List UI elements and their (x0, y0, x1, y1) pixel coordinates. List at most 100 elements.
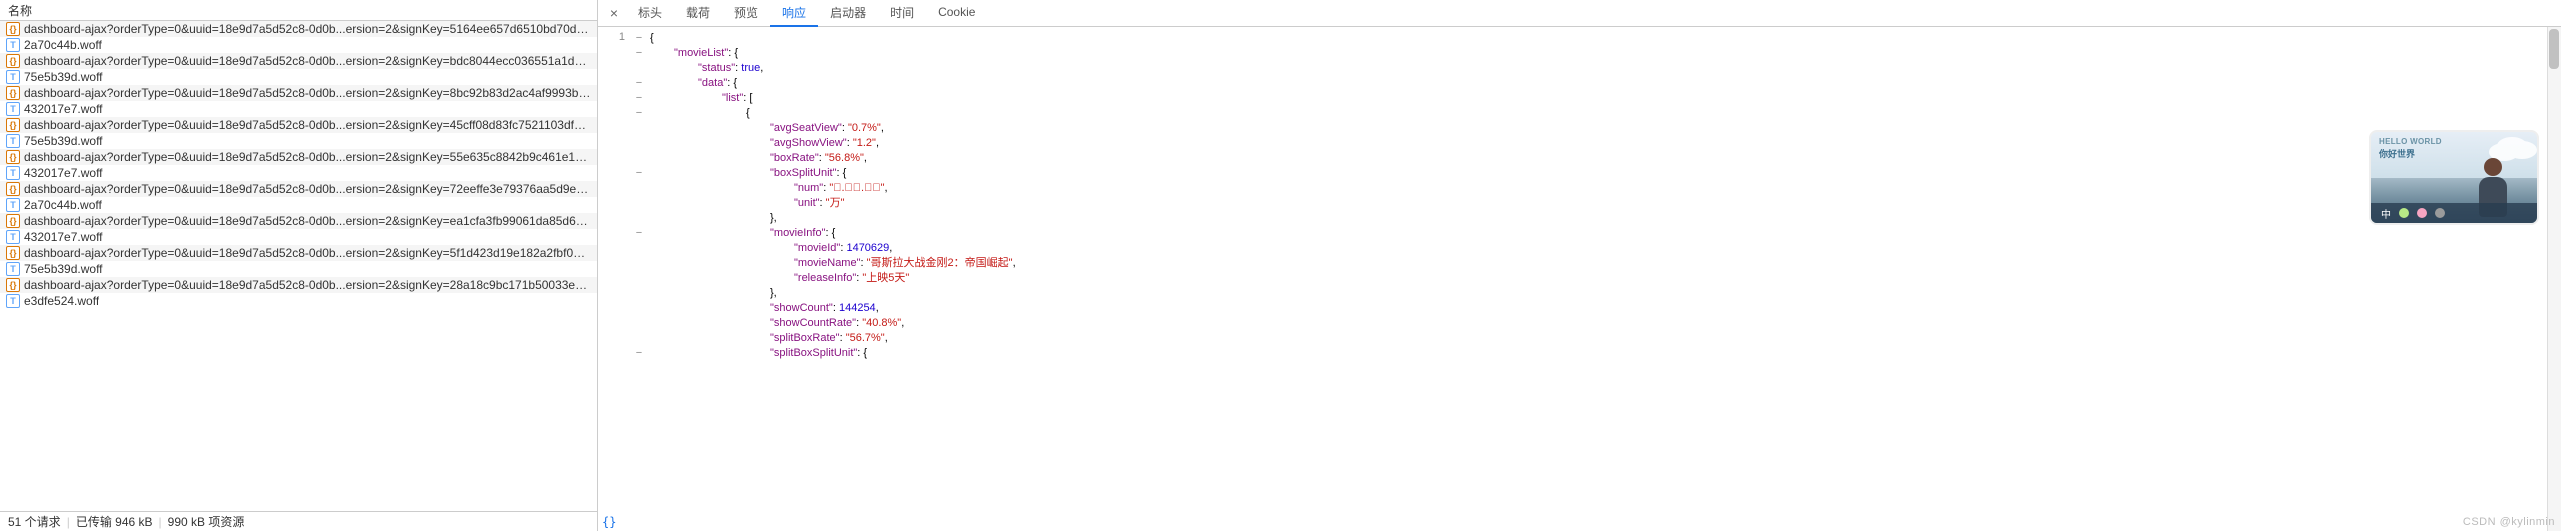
request-name: 2a70c44b.woff (24, 198, 102, 212)
font-icon: T (6, 166, 20, 180)
status-bar: 51 个请求 | 已传输 946 kB | 990 kB 项资源 (0, 511, 597, 531)
request-row[interactable]: Te3dfe524.woff (0, 293, 597, 309)
request-row[interactable]: T 2a70c44b.woff (0, 197, 597, 213)
request-row[interactable]: T2a70c44b.woff (0, 37, 597, 53)
tab-预览[interactable]: 预览 (722, 0, 770, 27)
fold-toggle-icon[interactable] (632, 331, 646, 346)
xhr-icon: {} (6, 214, 20, 228)
dot-icon (2435, 208, 2445, 218)
detail-tabs: × 标头载荷预览响应启动器时间Cookie (598, 0, 2561, 27)
scrollbar-vertical[interactable] (2547, 27, 2561, 531)
request-row[interactable]: T75e5b39d.woff (0, 261, 597, 277)
xhr-icon: {} (6, 86, 20, 100)
request-row[interactable]: T432017e7.woff (0, 229, 597, 245)
request-name: dashboard-ajax?orderType=0&uuid=18e9d7a5… (24, 22, 591, 36)
line-number-gutter: 1 (598, 27, 632, 531)
request-row[interactable]: {} dashboard-ajax?orderType=0&uuid=18e9d7… (0, 181, 597, 197)
font-icon: T (6, 134, 20, 148)
request-name: e3dfe524.woff (24, 294, 99, 308)
fold-toggle-icon[interactable] (632, 136, 646, 151)
font-icon: T (6, 198, 20, 212)
request-row[interactable]: {} dashboard-ajax?orderType=0&uuid=18e9d7… (0, 213, 597, 229)
request-row[interactable]: T432017e7.woff (0, 101, 597, 117)
request-row[interactable]: {} dashboard-ajax?orderType=0&uuid=18e9d7… (0, 149, 597, 165)
fold-toggle-icon[interactable] (632, 181, 646, 196)
json-viewer[interactable]: {"movieList": {"status": true,"data": {"… (646, 27, 2561, 531)
request-name: dashboard-ajax?orderType=0&uuid=18e9d7a5… (24, 214, 591, 228)
fold-toggle-icon[interactable] (632, 196, 646, 211)
request-list[interactable]: {} dashboard-ajax?orderType=0&uuid=18e9d7… (0, 21, 597, 511)
fold-toggle-icon[interactable] (632, 301, 646, 316)
request-name: dashboard-ajax?orderType=0&uuid=18e9d7a5… (24, 86, 591, 100)
request-row[interactable]: {} dashboard-ajax?orderType=0&uuid=18e9d7… (0, 85, 597, 101)
dot-icon (2399, 208, 2409, 218)
tab-载荷[interactable]: 载荷 (674, 0, 722, 27)
request-row[interactable]: {} dashboard-ajax?orderType=0&uuid=18e9d7… (0, 245, 597, 261)
request-name: dashboard-ajax?orderType=0&uuid=18e9d7a5… (24, 150, 591, 164)
font-icon: T (6, 294, 20, 308)
fold-toggle-icon[interactable] (632, 271, 646, 286)
xhr-icon: {} (6, 118, 20, 132)
font-icon: T (6, 230, 20, 244)
fold-toggle-icon[interactable]: − (632, 31, 646, 46)
request-row[interactable]: T 75e5b39d.woff (0, 133, 597, 149)
response-detail-panel: × 标头载荷预览响应启动器时间Cookie 1 −−−−−−−− {"movie… (598, 0, 2561, 531)
decorative-thumbnail: HELLO WORLD 你好世界 中 (2369, 130, 2539, 225)
fold-toggle-icon[interactable] (632, 286, 646, 301)
fold-toggle-icon[interactable] (632, 121, 646, 136)
tab-响应[interactable]: 响应 (770, 0, 818, 27)
fold-toggle-icon[interactable] (632, 256, 646, 271)
fold-toggle-icon[interactable] (632, 316, 646, 331)
fold-toggle-icon[interactable]: − (632, 166, 646, 181)
fold-toggle-icon[interactable]: − (632, 346, 646, 361)
xhr-icon: {} (6, 54, 20, 68)
status-resources: 990 kB 项资源 (168, 513, 245, 530)
request-name: dashboard-ajax?orderType=0&uuid=18e9d7a5… (24, 182, 591, 196)
request-name: 432017e7.woff (24, 102, 103, 116)
tab-时间[interactable]: 时间 (878, 0, 926, 27)
request-row[interactable]: {} dashboard-ajax?orderType=0&uuid=18e9d7… (0, 53, 597, 69)
dot-icon (2417, 208, 2427, 218)
fold-toggle-icon[interactable]: − (632, 106, 646, 121)
scrollbar-thumb[interactable] (2549, 29, 2559, 69)
request-row[interactable]: T 75e5b39d.woff (0, 69, 597, 85)
fold-toggle-icon[interactable]: − (632, 76, 646, 91)
fold-toggle-icon[interactable] (632, 151, 646, 166)
request-row[interactable]: T 432017e7.woff (0, 165, 597, 181)
xhr-icon: {} (6, 150, 20, 164)
request-row[interactable]: {} dashboard-ajax?orderType=0&uuid=18e9d7… (0, 21, 597, 37)
fold-toggle-icon[interactable] (632, 61, 646, 76)
request-name: dashboard-ajax?orderType=0&uuid=18e9d7a5… (24, 54, 591, 68)
xhr-icon: {} (6, 22, 20, 36)
request-name: dashboard-ajax?orderType=0&uuid=18e9d7a5… (24, 278, 591, 292)
format-icon[interactable]: {} (602, 515, 616, 529)
request-row[interactable]: {} dashboard-ajax?orderType=0&uuid=18e9d7… (0, 117, 597, 133)
xhr-icon: {} (6, 278, 20, 292)
fold-gutter[interactable]: −−−−−−−− (632, 27, 646, 531)
tab-启动器[interactable]: 启动器 (818, 0, 878, 27)
request-row[interactable]: {} dashboard-ajax?orderType=0&uuid=18e9d7… (0, 277, 597, 293)
xhr-icon: {} (6, 182, 20, 196)
status-transferred: 已传输 946 kB (76, 513, 153, 530)
font-icon: T (6, 70, 20, 84)
response-body[interactable]: 1 −−−−−−−− {"movieList": {"status": true… (598, 27, 2561, 531)
request-name: 75e5b39d.woff (24, 262, 103, 276)
request-name: dashboard-ajax?orderType=0&uuid=18e9d7a5… (24, 246, 591, 260)
fold-toggle-icon[interactable]: − (632, 46, 646, 61)
fold-toggle-icon[interactable] (632, 241, 646, 256)
tab-标头[interactable]: 标头 (626, 0, 674, 27)
name-column-header[interactable]: 名称 (0, 0, 597, 21)
fold-toggle-icon[interactable] (632, 211, 646, 226)
request-name: 2a70c44b.woff (24, 38, 102, 52)
fold-toggle-icon[interactable]: − (632, 91, 646, 106)
fold-toggle-icon[interactable]: − (632, 226, 646, 241)
request-name: dashboard-ajax?orderType=0&uuid=18e9d7a5… (24, 118, 591, 132)
tab-Cookie[interactable]: Cookie (926, 1, 987, 25)
request-name: 75e5b39d.woff (24, 134, 103, 148)
request-name: 432017e7.woff (24, 166, 103, 180)
xhr-icon: {} (6, 246, 20, 260)
network-request-panel: 名称 {} dashboard-ajax?orderType=0&uuid=18e… (0, 0, 598, 531)
request-name: 75e5b39d.woff (24, 70, 103, 84)
watermark: CSDN @kylinmin (2463, 516, 2555, 528)
close-icon[interactable]: × (602, 5, 626, 21)
